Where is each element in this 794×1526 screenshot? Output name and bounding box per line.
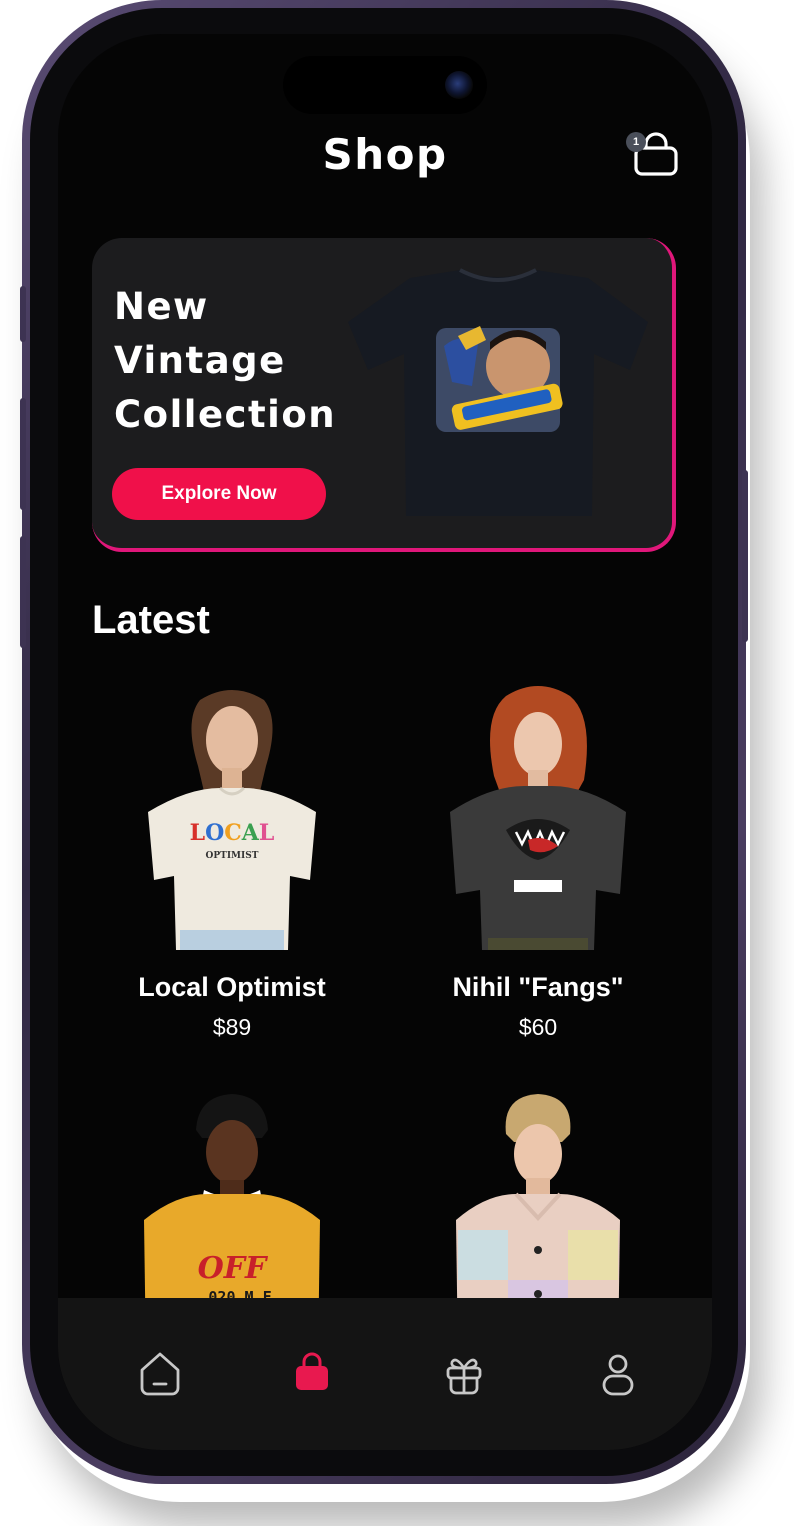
- product-image: [450, 686, 626, 950]
- svg-text:020 M.F: 020 M.F: [208, 1288, 271, 1298]
- promo-title-line: Collection: [114, 393, 337, 436]
- home-icon[interactable]: [132, 1346, 188, 1402]
- promo-title: New Vintage Collection: [114, 280, 364, 442]
- shopping-bag-icon[interactable]: [284, 1346, 340, 1402]
- product-price: $89: [212, 1014, 252, 1040]
- promo-title-line: Vintage: [114, 339, 286, 382]
- product-image: OFF 020 M.F: [144, 1094, 320, 1298]
- latest-heading: Latest: [92, 598, 210, 642]
- profile-icon[interactable]: [590, 1346, 646, 1402]
- product-price: $60: [518, 1014, 558, 1040]
- dynamic-island: [283, 56, 487, 114]
- product-name: Local Optimist: [138, 972, 326, 1002]
- product-card[interactable]: OFF 020 M.F: [92, 1090, 372, 1298]
- power-button: [742, 470, 748, 642]
- bottom-nav: [58, 1298, 712, 1450]
- volume-up-button: [20, 398, 26, 510]
- product-card[interactable]: LOCAL OPTIMIST Local Optimist $89: [92, 680, 372, 1060]
- product-card[interactable]: Nihil "Fangs" $60: [398, 680, 678, 1060]
- vintage-tshirt-image: [348, 268, 648, 516]
- product-name: Nihil "Fangs": [452, 972, 624, 1002]
- svg-text:LOCAL: LOCAL: [190, 820, 275, 846]
- cart-count-badge: 1: [626, 132, 646, 152]
- camera-icon: [445, 71, 473, 99]
- explore-now-button[interactable]: Explore Now: [112, 468, 326, 520]
- promo-title-line: New: [114, 285, 209, 328]
- volume-down-button: [20, 536, 26, 648]
- page-title: Shop: [322, 130, 448, 179]
- action-button: [20, 286, 26, 342]
- product-image: [456, 1094, 620, 1298]
- app-screen: Shop 1 New Vintage Collection Explore No…: [58, 34, 712, 1450]
- gift-icon[interactable]: [436, 1346, 492, 1402]
- svg-text:OFF: OFF: [198, 1251, 269, 1286]
- product-image: LOCAL OPTIMIST: [148, 690, 316, 950]
- product-card[interactable]: [398, 1090, 678, 1298]
- promo-banner[interactable]: New Vintage Collection Explore Now: [92, 238, 676, 552]
- svg-text:OPTIMIST: OPTIMIST: [206, 851, 259, 861]
